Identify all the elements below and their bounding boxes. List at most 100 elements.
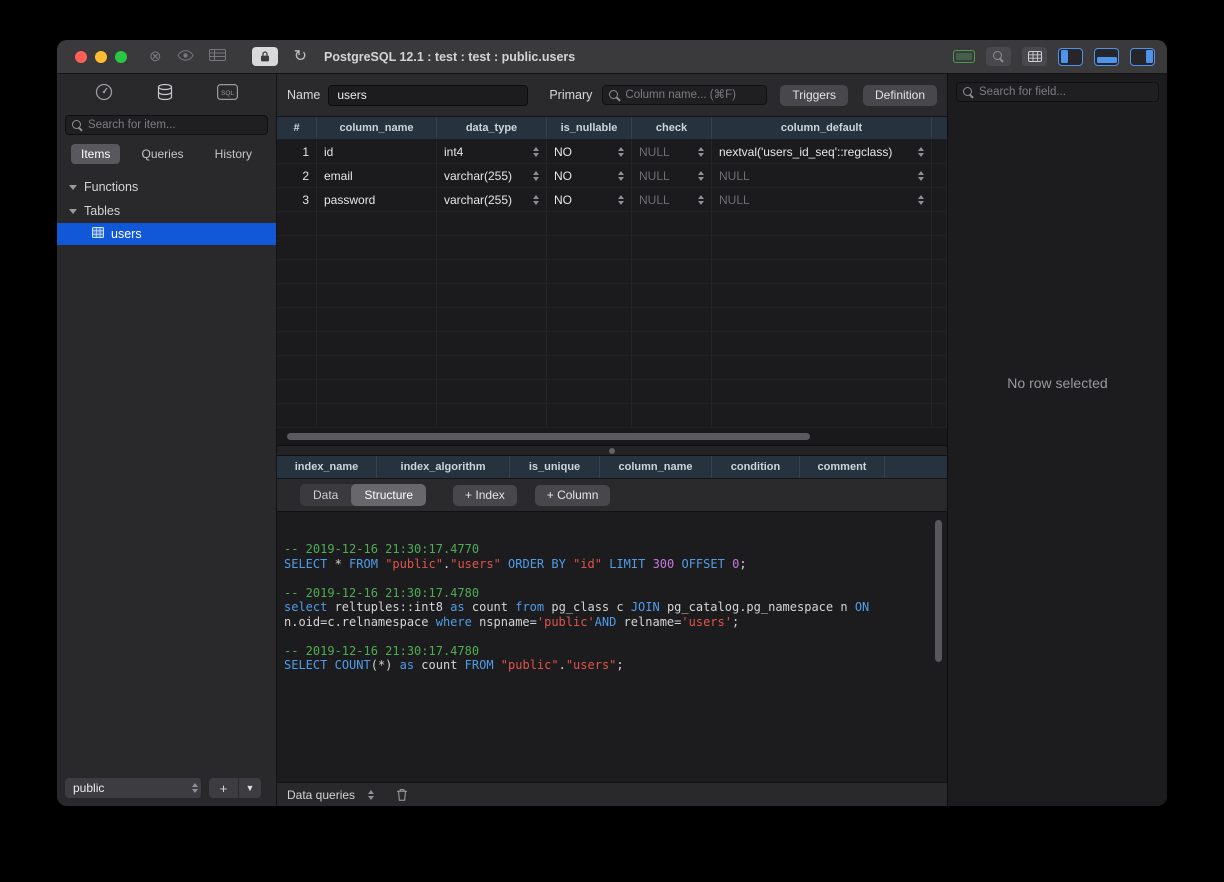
value-stepper-icon[interactable]	[914, 171, 924, 181]
is-nullable-cell[interactable]: NO	[547, 140, 632, 163]
empty-cell[interactable]	[712, 212, 932, 235]
check-cell[interactable]: NULL	[632, 188, 712, 211]
value-stepper-icon[interactable]	[694, 195, 704, 205]
table-row[interactable]: 2emailvarchar(255)NONULLNULLEM	[277, 164, 947, 188]
empty-cell[interactable]	[277, 212, 317, 235]
field-search-input[interactable]	[979, 86, 1152, 98]
empty-cell[interactable]	[632, 212, 712, 235]
log-filter-label[interactable]: Data queries	[287, 788, 355, 802]
scrollbar-thumb[interactable]	[287, 433, 810, 440]
empty-cell[interactable]	[932, 380, 947, 403]
refresh-icon[interactable]: ↻	[294, 49, 307, 65]
add-column-button[interactable]: + Column	[535, 485, 611, 506]
index-column-header[interactable]: index_name	[277, 456, 377, 478]
definition-button[interactable]: Definition	[863, 85, 937, 106]
empty-cell[interactable]	[547, 236, 632, 259]
empty-cell[interactable]	[712, 260, 932, 283]
empty-cell[interactable]	[277, 260, 317, 283]
column-search[interactable]	[602, 85, 767, 105]
toggle-left-panel-button[interactable]	[1058, 48, 1083, 66]
empty-cell[interactable]	[317, 284, 437, 307]
view-tab-data[interactable]: Data	[300, 484, 351, 506]
column-search-input[interactable]	[625, 89, 760, 101]
table-row[interactable]: 3passwordvarchar(255)NONULLNULLEM	[277, 188, 947, 212]
empty-cell[interactable]	[712, 356, 932, 379]
empty-cell[interactable]	[277, 332, 317, 355]
splitter-handle-icon[interactable]	[609, 448, 615, 454]
empty-cell[interactable]	[932, 308, 947, 331]
triggers-button[interactable]: Triggers	[780, 85, 848, 106]
value-stepper-icon[interactable]	[694, 147, 704, 157]
is-nullable-cell[interactable]: NO	[547, 164, 632, 187]
empty-cell[interactable]	[547, 380, 632, 403]
field-search[interactable]	[956, 82, 1159, 102]
empty-cell[interactable]	[437, 308, 547, 331]
log-scrollbar-thumb[interactable]	[935, 520, 942, 662]
row-number-cell[interactable]: 1	[277, 140, 317, 163]
value-stepper-icon[interactable]	[529, 195, 539, 205]
empty-cell[interactable]	[712, 308, 932, 331]
column-header[interactable]: check	[632, 117, 712, 139]
database-icon[interactable]	[156, 83, 174, 106]
view-tab-structure[interactable]: Structure	[351, 484, 426, 506]
empty-table-row[interactable]	[277, 380, 947, 404]
column-header[interactable]: #	[277, 117, 317, 139]
toggle-right-panel-button[interactable]	[1130, 48, 1155, 66]
empty-cell[interactable]	[437, 332, 547, 355]
horizontal-scrollbar[interactable]	[277, 428, 947, 445]
empty-cell[interactable]	[437, 260, 547, 283]
empty-cell[interactable]	[437, 284, 547, 307]
toggle-bottom-panel-button[interactable]	[1094, 48, 1119, 66]
empty-cell[interactable]	[932, 212, 947, 235]
clear-log-button[interactable]	[396, 788, 408, 801]
empty-cell[interactable]	[437, 404, 547, 427]
empty-cell[interactable]	[632, 404, 712, 427]
empty-cell[interactable]	[632, 284, 712, 307]
empty-cell[interactable]	[317, 212, 437, 235]
overflow-cell[interactable]: EM	[932, 140, 947, 163]
add-options-button[interactable]: ▼	[239, 778, 261, 798]
data-type-cell[interactable]: varchar(255)	[437, 188, 547, 211]
empty-cell[interactable]	[277, 308, 317, 331]
column-header[interactable]: data_type	[437, 117, 547, 139]
empty-cell[interactable]	[317, 356, 437, 379]
empty-cell[interactable]	[547, 212, 632, 235]
check-cell[interactable]: NULL	[632, 164, 712, 187]
empty-cell[interactable]	[932, 236, 947, 259]
value-stepper-icon[interactable]	[529, 171, 539, 181]
lock-button[interactable]	[252, 47, 278, 66]
disclosure-triangle-icon[interactable]	[69, 209, 77, 214]
disclosure-triangle-icon[interactable]	[69, 185, 77, 190]
empty-cell[interactable]	[712, 332, 932, 355]
value-stepper-icon[interactable]	[529, 147, 539, 157]
data-type-cell[interactable]: int4	[437, 140, 547, 163]
empty-cell[interactable]	[437, 212, 547, 235]
empty-cell[interactable]	[317, 332, 437, 355]
empty-cell[interactable]	[547, 284, 632, 307]
add-index-button[interactable]: + Index	[453, 485, 517, 506]
column-name-cell[interactable]: id	[317, 140, 437, 163]
schema-select[interactable]: public	[65, 778, 201, 798]
overflow-cell[interactable]: EM	[932, 164, 947, 187]
search-button[interactable]	[986, 47, 1011, 66]
table-list-icon[interactable]	[209, 48, 226, 65]
empty-cell[interactable]	[932, 284, 947, 307]
tab-items[interactable]: Items	[71, 144, 120, 164]
connection-icon[interactable]	[95, 83, 113, 106]
tree-item-users-table[interactable]: users	[57, 223, 276, 245]
empty-table-row[interactable]	[277, 260, 947, 284]
empty-cell[interactable]	[547, 308, 632, 331]
column-header[interactable]: column_name	[317, 117, 437, 139]
column-name-cell[interactable]: password	[317, 188, 437, 211]
value-stepper-icon[interactable]	[914, 147, 924, 157]
empty-table-row[interactable]	[277, 284, 947, 308]
empty-cell[interactable]	[317, 236, 437, 259]
empty-cell[interactable]	[932, 356, 947, 379]
value-stepper-icon[interactable]	[694, 171, 704, 181]
empty-cell[interactable]	[632, 356, 712, 379]
empty-cell[interactable]	[547, 260, 632, 283]
empty-table-row[interactable]	[277, 236, 947, 260]
value-stepper-icon[interactable]	[914, 195, 924, 205]
empty-cell[interactable]	[277, 404, 317, 427]
sidebar-search-input[interactable]	[88, 119, 261, 131]
